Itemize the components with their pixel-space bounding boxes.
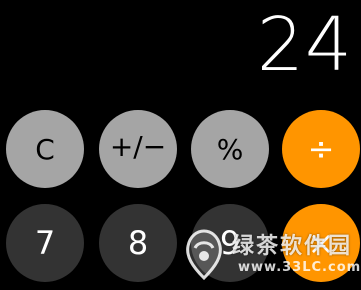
clear-button[interactable]: C	[6, 110, 84, 188]
digit-8-label: 8	[127, 224, 149, 262]
digit-9-button[interactable]: 9	[191, 204, 269, 282]
result-display: 24	[256, 2, 353, 88]
plus-minus-button[interactable]: +/−	[99, 110, 177, 188]
digit-8-button[interactable]: 8	[99, 204, 177, 282]
digit-7-button[interactable]: 7	[6, 204, 84, 282]
divide-button[interactable]: ÷	[282, 110, 360, 188]
clear-label: C	[35, 132, 55, 166]
percent-label: %	[216, 132, 244, 166]
multiply-label: ×	[307, 224, 335, 262]
divide-label: ÷	[307, 130, 335, 168]
percent-button[interactable]: %	[191, 110, 269, 188]
multiply-button[interactable]: ×	[282, 204, 360, 282]
plus-minus-label: +/−	[109, 129, 167, 163]
digit-9-label: 9	[219, 224, 241, 262]
digit-7-label: 7	[34, 224, 56, 262]
